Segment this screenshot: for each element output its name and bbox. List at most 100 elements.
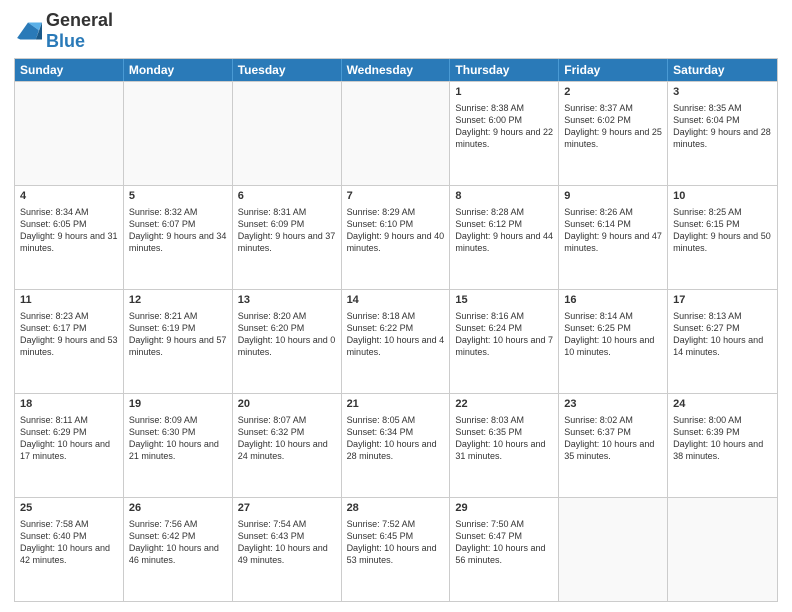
cal-cell: 2 Sunrise: 8:37 AMSunset: 6:02 PMDaylight… bbox=[559, 82, 668, 185]
day-number: 24 bbox=[673, 397, 772, 412]
cell-text: Sunrise: 8:28 AMSunset: 6:12 PMDaylight:… bbox=[455, 206, 553, 255]
cal-cell: 29 Sunrise: 7:50 AMSunset: 6:47 PMDayligh… bbox=[450, 498, 559, 601]
cal-cell bbox=[233, 82, 342, 185]
day-number: 1 bbox=[455, 85, 553, 100]
day-number: 2 bbox=[564, 85, 662, 100]
cell-text: Sunrise: 8:26 AMSunset: 6:14 PMDaylight:… bbox=[564, 206, 662, 255]
cell-text: Sunrise: 8:35 AMSunset: 6:04 PMDaylight:… bbox=[673, 102, 772, 151]
logo-text: General Blue bbox=[46, 10, 113, 52]
header-cell-sunday: Sunday bbox=[15, 59, 124, 81]
day-number: 15 bbox=[455, 293, 553, 308]
cell-text: Sunrise: 8:37 AMSunset: 6:02 PMDaylight:… bbox=[564, 102, 662, 151]
cal-cell: 12 Sunrise: 8:21 AMSunset: 6:19 PMDayligh… bbox=[124, 290, 233, 393]
cal-cell: 16 Sunrise: 8:14 AMSunset: 6:25 PMDayligh… bbox=[559, 290, 668, 393]
day-number: 12 bbox=[129, 293, 227, 308]
day-number: 17 bbox=[673, 293, 772, 308]
header-cell-friday: Friday bbox=[559, 59, 668, 81]
cal-cell: 13 Sunrise: 8:20 AMSunset: 6:20 PMDayligh… bbox=[233, 290, 342, 393]
cell-text: Sunrise: 8:00 AMSunset: 6:39 PMDaylight:… bbox=[673, 414, 772, 463]
cal-cell: 19Sunrise: 8:09 AMSunset: 6:30 PMDayligh… bbox=[124, 394, 233, 497]
cal-cell: 14 Sunrise: 8:18 AMSunset: 6:22 PMDayligh… bbox=[342, 290, 451, 393]
day-number: 14 bbox=[347, 293, 445, 308]
cal-cell: 20Sunrise: 8:07 AMSunset: 6:32 PMDayligh… bbox=[233, 394, 342, 497]
day-number: 27 bbox=[238, 501, 336, 516]
cal-cell: 11 Sunrise: 8:23 AMSunset: 6:17 PMDayligh… bbox=[15, 290, 124, 393]
day-number: 13 bbox=[238, 293, 336, 308]
day-number: 10 bbox=[673, 189, 772, 204]
cal-cell bbox=[15, 82, 124, 185]
header-cell-tuesday: Tuesday bbox=[233, 59, 342, 81]
calendar: SundayMondayTuesdayWednesdayThursdayFrid… bbox=[14, 58, 778, 602]
day-number: 23 bbox=[564, 397, 662, 412]
cal-cell: 7 Sunrise: 8:29 AMSunset: 6:10 PMDaylight… bbox=[342, 186, 451, 289]
cell-text: Sunrise: 8:18 AMSunset: 6:22 PMDaylight:… bbox=[347, 310, 445, 359]
day-number: 5 bbox=[129, 189, 227, 204]
cell-text: Sunrise: 8:13 AMSunset: 6:27 PMDaylight:… bbox=[673, 310, 772, 359]
cal-cell: 8Sunrise: 8:28 AMSunset: 6:12 PMDaylight… bbox=[450, 186, 559, 289]
cal-row-1: 4 Sunrise: 8:34 AMSunset: 6:05 PMDaylight… bbox=[15, 185, 777, 289]
day-number: 4 bbox=[20, 189, 118, 204]
header-cell-wednesday: Wednesday bbox=[342, 59, 451, 81]
cell-text: Sunrise: 8:11 AMSunset: 6:29 PMDaylight:… bbox=[20, 414, 118, 463]
cell-text: Sunrise: 8:02 AMSunset: 6:37 PMDaylight:… bbox=[564, 414, 662, 463]
cell-text: Sunrise: 8:34 AMSunset: 6:05 PMDaylight:… bbox=[20, 206, 118, 255]
day-number: 18 bbox=[20, 397, 118, 412]
cal-cell: 5Sunrise: 8:32 AMSunset: 6:07 PMDaylight… bbox=[124, 186, 233, 289]
cell-text: Sunrise: 8:16 AMSunset: 6:24 PMDaylight:… bbox=[455, 310, 553, 359]
calendar-body: 1 Sunrise: 8:38 AMSunset: 6:00 PMDaylight… bbox=[15, 81, 777, 601]
day-number: 22 bbox=[455, 397, 553, 412]
day-number: 9 bbox=[564, 189, 662, 204]
cell-text: Sunrise: 8:29 AMSunset: 6:10 PMDaylight:… bbox=[347, 206, 445, 255]
cal-cell: 27 Sunrise: 7:54 AMSunset: 6:43 PMDayligh… bbox=[233, 498, 342, 601]
day-number: 20 bbox=[238, 397, 336, 412]
cell-text: Sunrise: 8:20 AMSunset: 6:20 PMDaylight:… bbox=[238, 310, 336, 359]
cal-cell: 26Sunrise: 7:56 AMSunset: 6:42 PMDayligh… bbox=[124, 498, 233, 601]
cell-text: Sunrise: 7:54 AMSunset: 6:43 PMDaylight:… bbox=[238, 518, 336, 567]
logo-icon bbox=[14, 19, 42, 43]
day-number: 6 bbox=[238, 189, 336, 204]
cell-text: Sunrise: 8:25 AMSunset: 6:15 PMDaylight:… bbox=[673, 206, 772, 255]
cal-cell: 6 Sunrise: 8:31 AMSunset: 6:09 PMDaylight… bbox=[233, 186, 342, 289]
cell-text: Sunrise: 8:03 AMSunset: 6:35 PMDaylight:… bbox=[455, 414, 553, 463]
cal-cell bbox=[124, 82, 233, 185]
cal-cell: 4 Sunrise: 8:34 AMSunset: 6:05 PMDaylight… bbox=[15, 186, 124, 289]
day-number: 3 bbox=[673, 85, 772, 100]
cal-cell: 28 Sunrise: 7:52 AMSunset: 6:45 PMDayligh… bbox=[342, 498, 451, 601]
day-number: 21 bbox=[347, 397, 445, 412]
cal-row-4: 25Sunrise: 7:58 AMSunset: 6:40 PMDayligh… bbox=[15, 497, 777, 601]
cal-cell bbox=[668, 498, 777, 601]
day-number: 28 bbox=[347, 501, 445, 516]
cell-text: Sunrise: 7:56 AMSunset: 6:42 PMDaylight:… bbox=[129, 518, 227, 567]
cal-cell: 21 Sunrise: 8:05 AMSunset: 6:34 PMDayligh… bbox=[342, 394, 451, 497]
cal-cell: 10 Sunrise: 8:25 AMSunset: 6:15 PMDayligh… bbox=[668, 186, 777, 289]
cell-text: Sunrise: 8:31 AMSunset: 6:09 PMDaylight:… bbox=[238, 206, 336, 255]
logo: General Blue bbox=[14, 10, 113, 52]
cal-cell: 15 Sunrise: 8:16 AMSunset: 6:24 PMDayligh… bbox=[450, 290, 559, 393]
header: General Blue bbox=[14, 10, 778, 52]
day-number: 29 bbox=[455, 501, 553, 516]
cell-text: Sunrise: 8:21 AMSunset: 6:19 PMDaylight:… bbox=[129, 310, 227, 359]
cal-row-2: 11 Sunrise: 8:23 AMSunset: 6:17 PMDayligh… bbox=[15, 289, 777, 393]
cal-cell bbox=[342, 82, 451, 185]
cal-cell: 23 Sunrise: 8:02 AMSunset: 6:37 PMDayligh… bbox=[559, 394, 668, 497]
cell-text: Sunrise: 8:23 AMSunset: 6:17 PMDaylight:… bbox=[20, 310, 118, 359]
cal-cell: 9 Sunrise: 8:26 AMSunset: 6:14 PMDaylight… bbox=[559, 186, 668, 289]
header-cell-saturday: Saturday bbox=[668, 59, 777, 81]
cell-text: Sunrise: 7:52 AMSunset: 6:45 PMDaylight:… bbox=[347, 518, 445, 567]
cell-text: Sunrise: 8:14 AMSunset: 6:25 PMDaylight:… bbox=[564, 310, 662, 359]
calendar-header-row: SundayMondayTuesdayWednesdayThursdayFrid… bbox=[15, 59, 777, 81]
day-number: 16 bbox=[564, 293, 662, 308]
cal-cell: 25Sunrise: 7:58 AMSunset: 6:40 PMDayligh… bbox=[15, 498, 124, 601]
cal-row-0: 1 Sunrise: 8:38 AMSunset: 6:00 PMDaylight… bbox=[15, 81, 777, 185]
cell-text: Sunrise: 8:05 AMSunset: 6:34 PMDaylight:… bbox=[347, 414, 445, 463]
day-number: 7 bbox=[347, 189, 445, 204]
day-number: 19 bbox=[129, 397, 227, 412]
day-number: 25 bbox=[20, 501, 118, 516]
cell-text: Sunrise: 8:38 AMSunset: 6:00 PMDaylight:… bbox=[455, 102, 553, 151]
cal-cell bbox=[559, 498, 668, 601]
cal-cell: 18 Sunrise: 8:11 AMSunset: 6:29 PMDayligh… bbox=[15, 394, 124, 497]
day-number: 11 bbox=[20, 293, 118, 308]
cal-row-3: 18 Sunrise: 8:11 AMSunset: 6:29 PMDayligh… bbox=[15, 393, 777, 497]
header-cell-monday: Monday bbox=[124, 59, 233, 81]
cell-text: Sunrise: 7:50 AMSunset: 6:47 PMDaylight:… bbox=[455, 518, 553, 567]
